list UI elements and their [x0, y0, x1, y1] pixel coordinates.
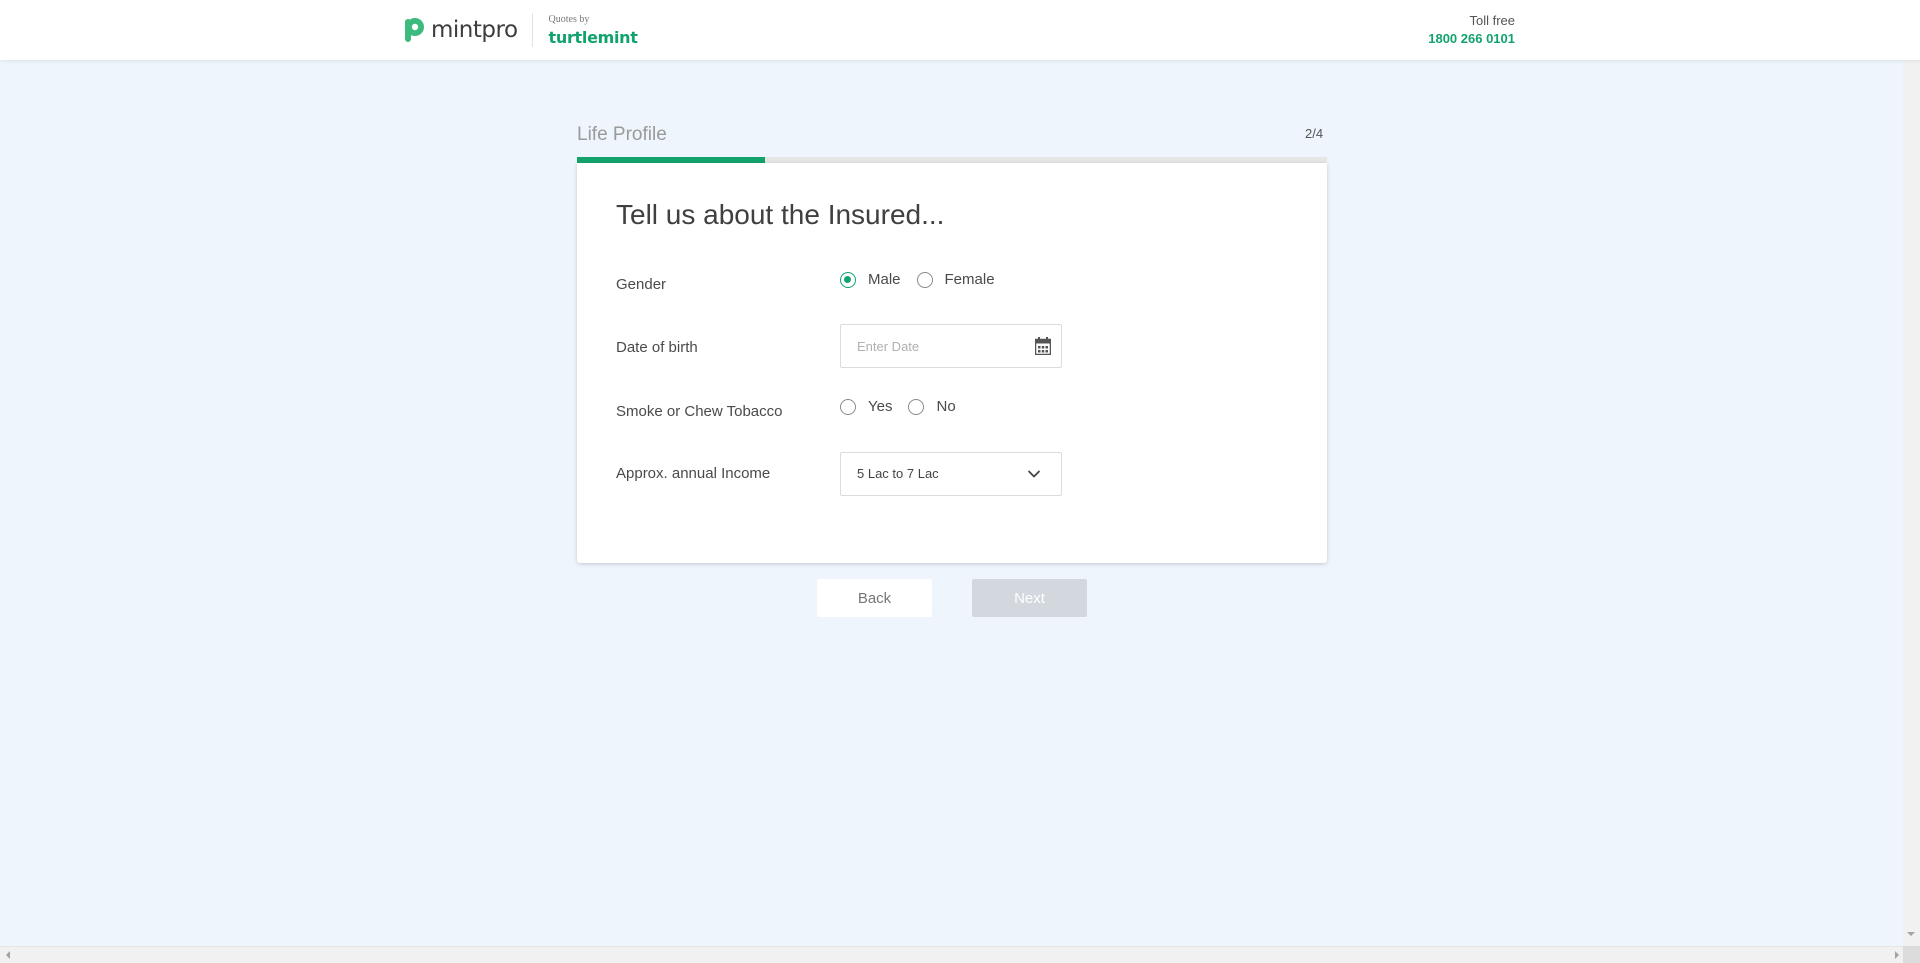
brand-name: mintpro	[431, 17, 518, 43]
tobacco-yes-radio[interactable]	[840, 398, 856, 415]
vertical-scrollbar[interactable]	[1903, 60, 1920, 946]
gender-radio-group: Male Female	[840, 271, 1011, 288]
gender-female-label[interactable]: Female	[945, 271, 995, 288]
partner-name: turtlemint	[548, 27, 638, 47]
gender-male-radio[interactable]	[840, 271, 856, 288]
calendar-icon[interactable]	[1034, 337, 1052, 356]
dob-input[interactable]	[857, 337, 1017, 355]
brand-divider	[531, 13, 533, 47]
tobacco-option-yes[interactable]: Yes	[840, 398, 892, 415]
tollfree-contact: Toll free 1800 266 0101	[1428, 13, 1515, 46]
form-title: Tell us about the Insured...	[616, 199, 945, 230]
tobacco-option-no[interactable]: No	[908, 398, 956, 415]
gender-male-label[interactable]: Male	[868, 271, 901, 288]
insured-form-card: Tell us about the Insured... Gender Male…	[577, 163, 1327, 563]
next-button[interactable]: Next	[972, 579, 1087, 617]
tobacco-no-label[interactable]: No	[936, 398, 955, 415]
top-header: mintpro Quotes by turtlemint Toll free 1…	[0, 0, 1920, 60]
gender-label: Gender	[616, 276, 667, 293]
gender-option-female[interactable]: Female	[916, 271, 995, 288]
income-select[interactable]: 5 Lac to 7 Lac	[840, 452, 1062, 496]
back-button[interactable]: Back	[817, 579, 932, 617]
scrollbar-corner	[1903, 946, 1920, 963]
gender-female-radio[interactable]	[916, 271, 933, 288]
chevron-down-icon[interactable]	[1027, 467, 1041, 481]
income-selected-value[interactable]: 5 Lac to 7 Lac	[857, 466, 939, 481]
mintpro-logo-icon	[404, 17, 426, 43]
tollfree-label: Toll free	[1469, 13, 1515, 28]
dob-label: Date of birth	[616, 339, 698, 356]
dob-field[interactable]	[840, 324, 1062, 368]
quotes-by-label: Quotes by	[548, 13, 590, 25]
step-count: 2/4	[1305, 126, 1324, 141]
brand[interactable]: mintpro Quotes by turtlemint	[404, 12, 638, 48]
step-title: Life Profile	[577, 124, 667, 145]
tobacco-yes-label[interactable]: Yes	[868, 398, 892, 415]
tobacco-label: Smoke or Chew Tobacco	[616, 403, 783, 420]
tobacco-radio-group: Yes No	[840, 398, 972, 415]
mintpro-logo[interactable]: mintpro	[404, 17, 518, 43]
scroll-down-arrow-icon[interactable]	[1907, 932, 1915, 936]
page: mintpro Quotes by turtlemint Toll free 1…	[0, 0, 1920, 963]
scroll-right-arrow-icon[interactable]	[1895, 951, 1899, 959]
tollfree-number[interactable]: 1800 266 0101	[1428, 31, 1515, 46]
partner-brand: Quotes by turtlemint	[548, 13, 638, 47]
income-label: Approx. annual Income	[616, 465, 771, 482]
tobacco-no-radio[interactable]	[908, 398, 925, 415]
horizontal-scrollbar[interactable]	[0, 946, 1920, 963]
gender-option-male[interactable]: Male	[840, 271, 901, 288]
scroll-left-arrow-icon[interactable]	[6, 951, 10, 959]
